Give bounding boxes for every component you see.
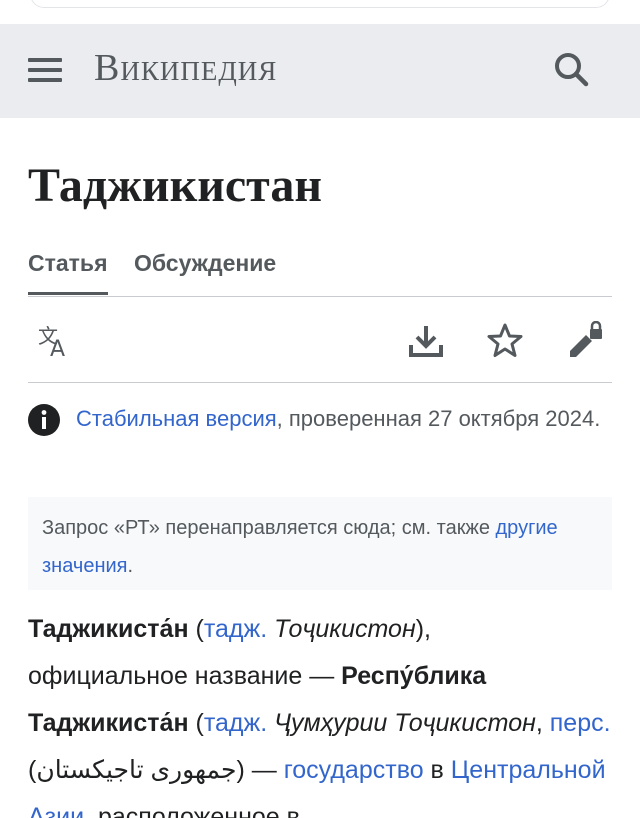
wikipedia-logo[interactable]: Википедия: [94, 46, 277, 90]
native-official-name: Ҷумҳурии Тоҷикистон: [267, 709, 536, 737]
address-bar-edge: [30, 0, 610, 8]
hatnote-text: Запрос «РТ» перенаправляется сюда; см. т…: [42, 517, 496, 539]
hatnote: Запрос «РТ» перенаправляется сюда; см. т…: [28, 497, 612, 590]
stable-version-link[interactable]: Стабильная версия: [76, 406, 277, 431]
tajik-lang-link[interactable]: тадж.: [204, 615, 267, 643]
search-icon[interactable]: [548, 46, 596, 94]
lead-paragraph: Таджикиста́н (тадж. Тоҷикистон), официал…: [28, 606, 612, 818]
hamburger-menu-icon[interactable]: [22, 50, 68, 90]
lead-text-tail: , расположенное в: [84, 803, 300, 818]
site-header: Википедия: [0, 24, 640, 118]
hatnote-end: .: [127, 555, 134, 577]
stable-version-notice: Стабильная версия, проверенная 27 октябр…: [28, 400, 612, 438]
paren: (: [188, 615, 204, 643]
state-link[interactable]: государство: [284, 756, 424, 784]
persian-name: (جمهوری تاجیکستان): [28, 756, 245, 784]
paren-close: ),: [415, 615, 432, 643]
edit-locked-icon[interactable]: [564, 320, 604, 361]
download-icon[interactable]: [406, 321, 446, 361]
native-name: Тоҷикистон: [267, 615, 416, 643]
language-translate-icon[interactable]: 文 A: [36, 321, 76, 362]
browser-top-strip: [0, 0, 640, 24]
tajik-lang-link-2[interactable]: тадж.: [204, 709, 267, 737]
comma: ,: [535, 709, 550, 737]
star-icon[interactable]: [485, 321, 525, 361]
persian-lang-link[interactable]: перс.: [550, 709, 611, 737]
page-actions: 文 A: [28, 297, 612, 383]
dash: —: [244, 756, 284, 784]
page-tabs: Статья Обсуждение: [28, 240, 612, 297]
page-title: Таджикистан: [28, 159, 322, 212]
tab-talk[interactable]: Обсуждение: [134, 250, 276, 277]
svg-text:A: A: [50, 337, 65, 361]
info-icon: [28, 404, 60, 436]
tab-article[interactable]: Статья: [28, 250, 108, 295]
stable-version-text: , проверенная 27 октября 2024.: [276, 406, 601, 431]
article-name-bold: Таджикиста́н: [28, 615, 189, 643]
lead-text-in: в: [423, 756, 451, 784]
paren: (: [188, 709, 204, 737]
lead-text: официальное название —: [28, 662, 342, 690]
